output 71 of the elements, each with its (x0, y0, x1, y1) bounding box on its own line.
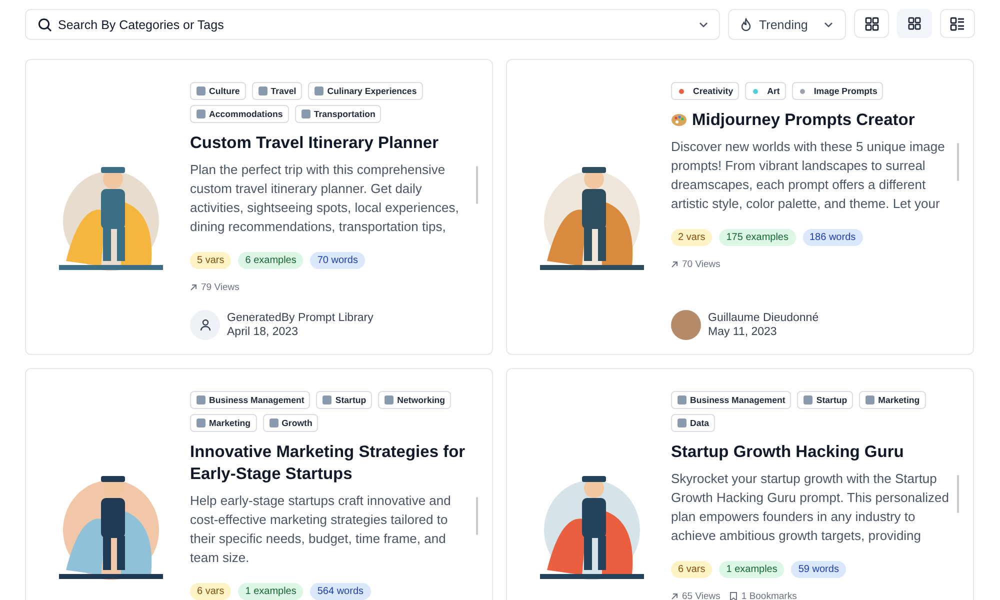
count-badge: 1 examples (238, 583, 304, 600)
scrollbar[interactable] (957, 475, 959, 513)
tag[interactable]: Accommodations (190, 105, 289, 123)
post-date: May 11, 2023 (708, 325, 778, 339)
card-description: Skyrocket your startup growth with the Startup Growth Hacking Guru prompt. This personalized plan empowers founders in any industry to achieve ambitious growth targets, providing (671, 470, 950, 545)
tag[interactable]: Startup (797, 391, 854, 409)
count-badge: 6 vars (190, 583, 232, 600)
card-title[interactable]: Custom Travel Itinerary Planner (190, 132, 439, 154)
grid-icon (908, 17, 921, 30)
chevron-down-icon (824, 22, 833, 28)
prompt-card[interactable] (506, 368, 974, 600)
card-description: Plan the perfect trip with this comprehensive custom travel itinerary planner. Get daily activities, sightseeing spots, local experiences, dining recommendations, transportation tips, (190, 161, 460, 236)
count-badge: 6 vars (671, 561, 712, 578)
flame-icon (741, 18, 751, 31)
card-title[interactable]: Midjourney Prompts Creator (692, 109, 915, 131)
card-title[interactable]: Startup Growth Hacking Guru (671, 441, 904, 463)
sort-dropdown[interactable]: Trending (728, 9, 846, 40)
search-field[interactable]: Search By Categories or Tags (25, 9, 720, 40)
avatar-photo-placeholder (671, 310, 701, 340)
grid-icon (864, 16, 878, 30)
user-icon (200, 319, 210, 331)
view-toggle-button[interactable] (940, 9, 975, 38)
arrow-icon (190, 284, 197, 291)
list-icon (950, 16, 965, 30)
tag[interactable]: Art (745, 82, 786, 100)
count-badge: 2 vars (671, 229, 712, 246)
card-description: Help early-stage startups craft innovative and cost-effective marketing strategies tailored to their specific needs, budget, time frame, and team size. (190, 492, 452, 567)
count-badge: 186 words (802, 229, 863, 246)
tag[interactable]: Networking (378, 391, 452, 409)
author-name[interactable]: Guillaume Dieudonné (708, 311, 819, 325)
arrow-icon (671, 261, 678, 268)
scrollbar[interactable] (476, 497, 478, 535)
views-count: 79 Views (201, 282, 240, 293)
count-badge: 5 vars (190, 252, 232, 269)
count-badge: 59 words (791, 561, 846, 578)
author-name[interactable]: GeneratedBy Prompt Library (227, 311, 374, 325)
views-count: 70 Views (682, 259, 720, 270)
tag[interactable]: Culture (190, 82, 246, 100)
tag[interactable]: Culinary Experiences (308, 82, 423, 100)
post-date: April 18, 2023 (227, 325, 299, 339)
prompt-card[interactable] (506, 59, 974, 355)
count-badge: 70 words (310, 252, 365, 269)
tag[interactable]: Marketing (859, 391, 926, 409)
count-badge: 564 words (310, 583, 371, 600)
arrow-icon (671, 593, 678, 600)
count-badge: 6 examples (238, 252, 304, 269)
view-toggle-button[interactable] (854, 9, 889, 38)
tag[interactable]: Growth (262, 414, 318, 432)
tag[interactable]: Creativity (671, 82, 740, 100)
card-title[interactable]: Innovative Marketing Strategies for Early-Stage Startups (190, 441, 478, 485)
tag[interactable]: Business Management (190, 391, 310, 409)
tag[interactable]: Travel (252, 82, 302, 100)
tag[interactable]: Startup (316, 391, 372, 409)
tag[interactable]: Transportation (294, 105, 382, 123)
card-description: Discover new worlds with these 5 unique image prompts! From vibrant landscapes to surreal dreamscapes, each prompt offers a different artistic style, color palette, and theme. Let your (671, 138, 946, 213)
tag[interactable]: Data (671, 414, 716, 432)
tag[interactable]: Image Prompts (792, 82, 884, 100)
views-count: 65 Views (682, 591, 720, 600)
search-icon (38, 18, 52, 32)
chevron-down-icon (699, 22, 708, 28)
scrollbar[interactable] (476, 166, 478, 204)
tag[interactable]: Business Management (671, 391, 792, 409)
count-badge: 1 examples (719, 561, 784, 578)
view-toggle-button[interactable] (897, 9, 932, 38)
tag[interactable]: Marketing (190, 414, 257, 432)
scrollbar[interactable] (957, 143, 959, 181)
prompt-card[interactable] (25, 59, 493, 355)
count-badge: 175 examples (719, 229, 796, 246)
bookmarks-count: 1 Bookmarks (741, 591, 797, 600)
prompt-card[interactable] (25, 368, 493, 600)
bookmark-icon (730, 592, 738, 600)
